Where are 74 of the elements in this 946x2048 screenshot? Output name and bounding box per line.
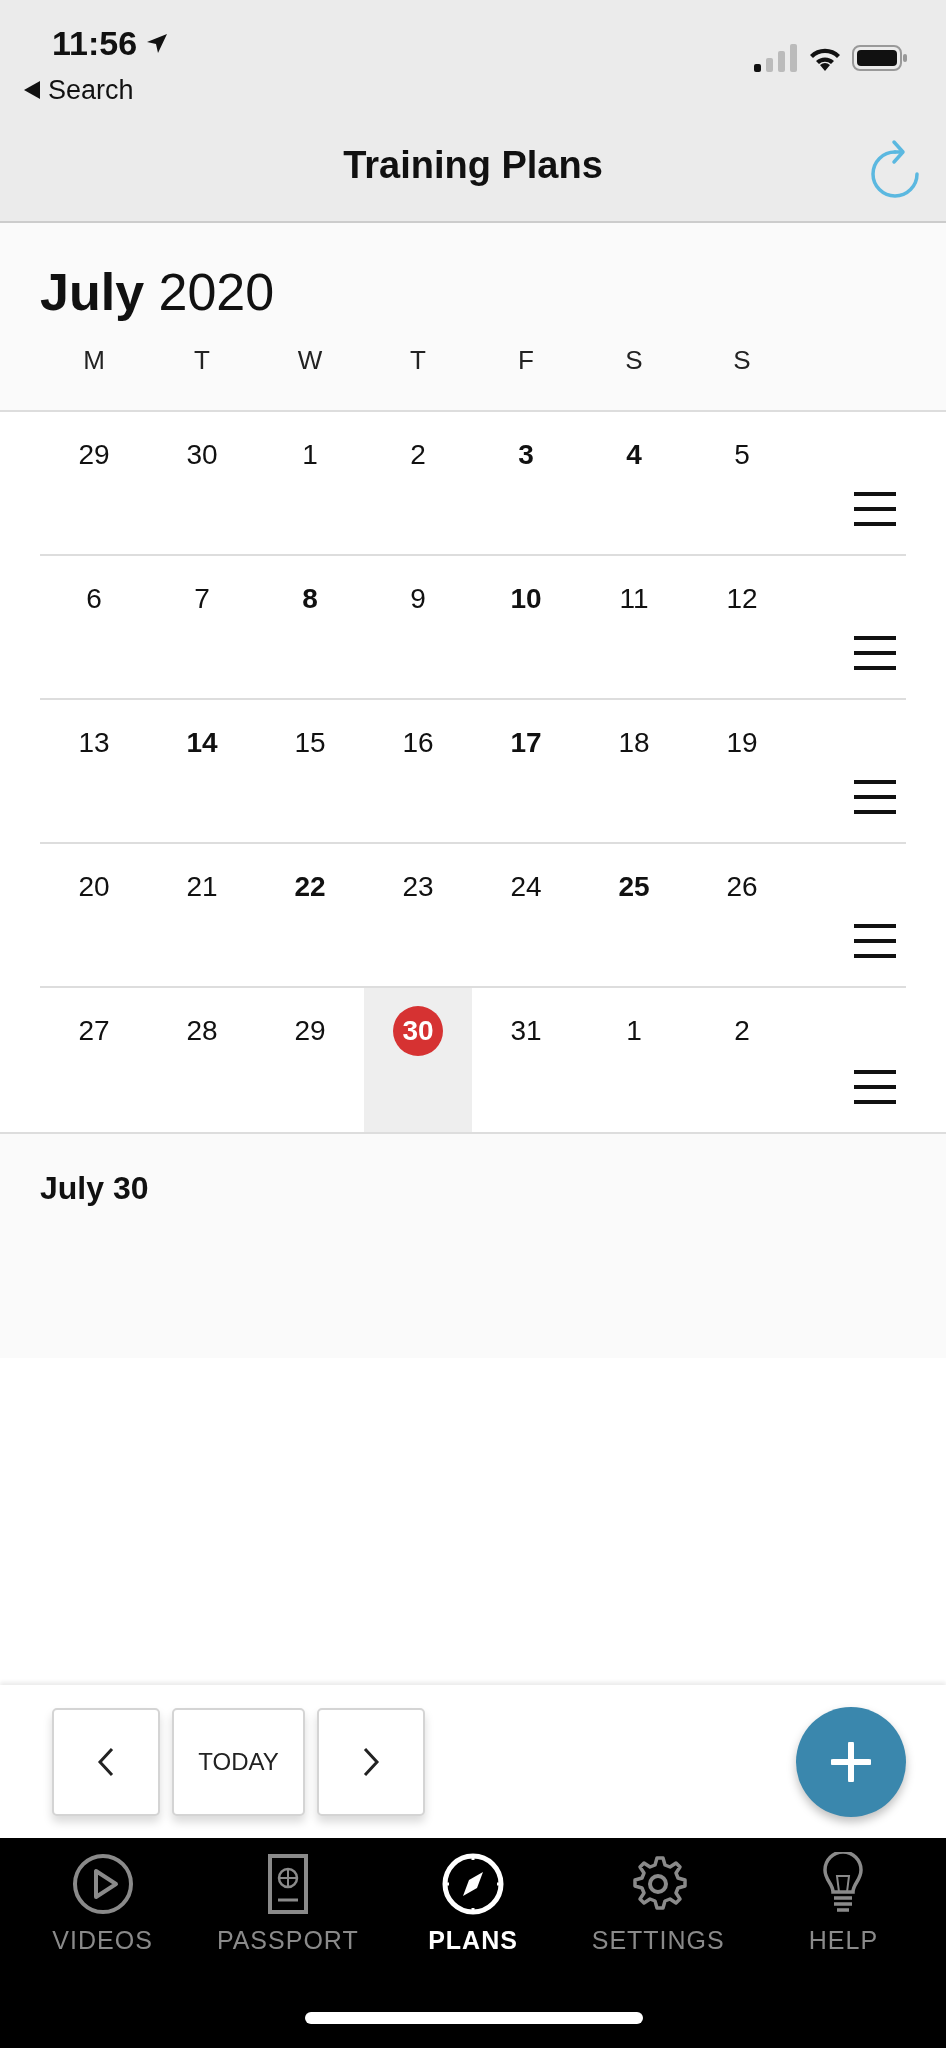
day-number[interactable]: 2 [717,1006,767,1056]
week-menu-button[interactable] [854,780,896,814]
weekday-label: M [82,344,106,377]
back-link[interactable]: Search [48,70,134,111]
plus-icon [831,1741,871,1782]
day-number[interactable]: 22 [285,862,335,912]
day-number[interactable]: 25 [609,862,659,912]
day-number[interactable]: 21 [177,862,227,912]
week-menu-button[interactable] [854,492,896,526]
week-menu-button[interactable] [854,924,896,958]
chevron-right-icon [362,1746,380,1777]
menu-icon [854,780,896,814]
menu-icon [854,492,896,526]
day-number[interactable]: 16 [393,718,443,768]
day-number[interactable]: 10 [501,574,551,624]
menu-icon [854,924,896,958]
weekday-label: T [409,344,427,377]
play-icon [70,1852,135,1916]
today-button[interactable]: TODAY [172,1707,305,1816]
refresh-icon [868,138,922,198]
day-number[interactable]: 27 [69,1006,119,1056]
selected-date-title: July 30 [40,1170,149,1206]
add-button[interactable] [796,1706,906,1817]
weekday-label: T [193,344,211,377]
tab-item[interactable]: HELP [750,1838,936,2048]
weekday-label: F [517,344,535,377]
day-number[interactable]: 15 [285,718,335,768]
status-time: 11:56 [52,23,138,64]
day-number[interactable]: 5 [717,430,767,480]
weekday-label: W [296,344,324,377]
day-number[interactable]: 18 [609,718,659,768]
day-number[interactable]: 28 [177,1006,227,1056]
week-menu-button[interactable] [854,1070,896,1104]
day-number[interactable]: 14 [177,718,227,768]
day-number[interactable]: 19 [717,718,767,768]
day-number[interactable]: 20 [69,862,119,912]
day-number[interactable]: 24 [501,862,551,912]
day-number[interactable]: 1 [609,1006,659,1056]
page-title: Training Plans [343,143,603,188]
tab-item[interactable]: VIDEOS [10,1838,196,2048]
day-number[interactable]: 7 [177,574,227,624]
day-number[interactable]: 23 [393,862,443,912]
day-number[interactable]: 6 [69,574,119,624]
tab-item[interactable]: SETTINGS [565,1838,751,2048]
day-number[interactable]: 26 [717,862,767,912]
day-number[interactable]: 29 [69,430,119,480]
month-title: July 2020 [40,263,275,321]
day-number[interactable]: 3 [501,430,551,480]
day-number[interactable]: 1 [285,430,335,480]
compass-icon [441,1852,505,1916]
day-number[interactable]: 4 [609,430,659,480]
tab-item[interactable]: PLANS [380,1838,566,2048]
weekday-label: S [624,344,644,377]
day-number[interactable]: 17 [501,718,551,768]
day-number[interactable]: 12 [717,574,767,624]
day-number[interactable]: 2 [393,430,443,480]
tab-item[interactable]: PASSPORT [195,1838,381,2048]
battery-icon [852,44,908,72]
menu-icon [854,636,896,670]
day-number[interactable]: 8 [285,574,335,624]
week-menu-button[interactable] [854,636,896,670]
day-number[interactable]: 31 [501,1006,551,1056]
back-triangle-icon [24,81,40,100]
selected-day-cell[interactable]: 30 [364,988,472,1132]
weekday-label: S [732,344,752,377]
day-number[interactable]: 29 [285,1006,335,1056]
day-number[interactable]: 13 [69,718,119,768]
signal-icon [754,44,798,72]
chevron-left-icon [97,1746,115,1777]
day-number[interactable]: 11 [609,574,659,624]
day-number[interactable]: 30 [393,1006,443,1056]
day-number[interactable]: 30 [177,430,227,480]
day-number[interactable]: 9 [393,574,443,624]
menu-icon [854,1070,896,1104]
